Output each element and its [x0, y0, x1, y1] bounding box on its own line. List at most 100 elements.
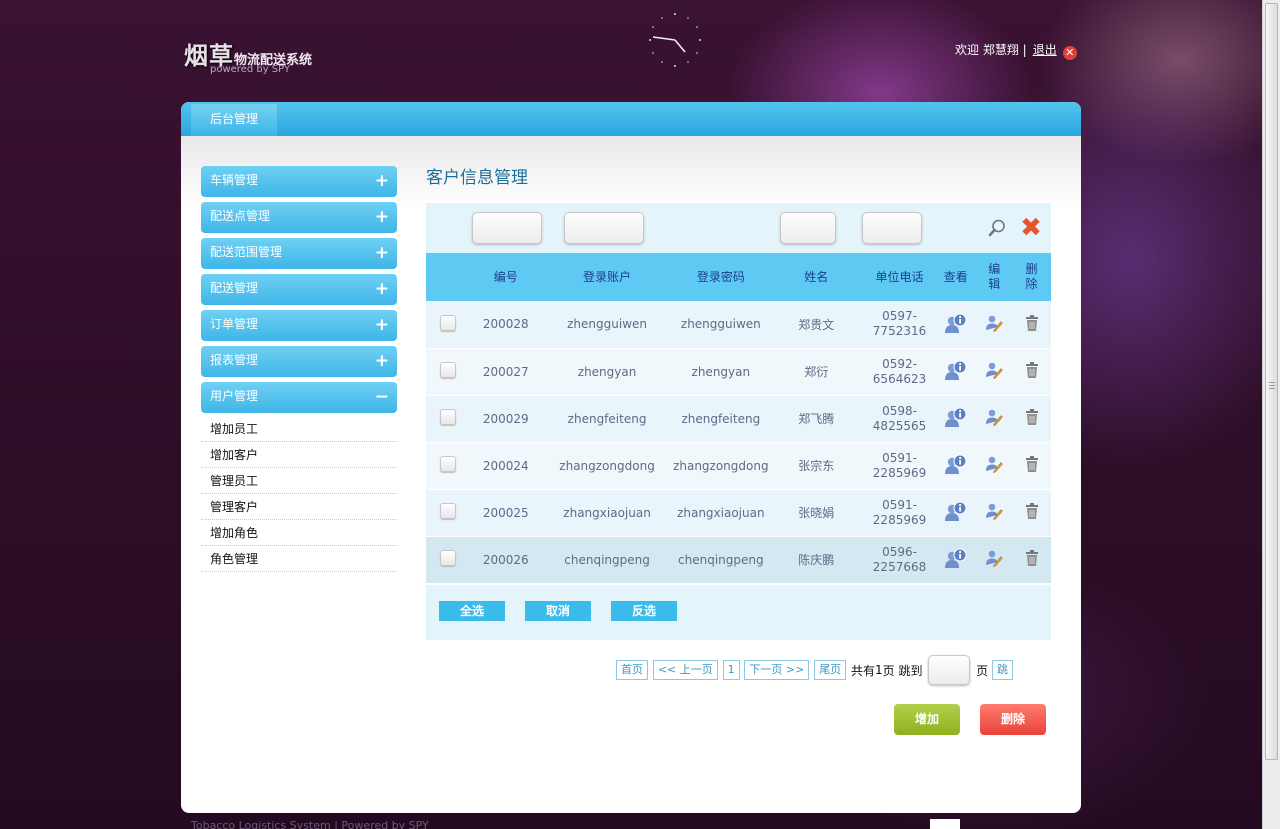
cell-account: zhangzongdong [541, 442, 674, 490]
trash-icon[interactable] [1023, 502, 1041, 520]
top-nav: 后台管理 [181, 102, 1081, 136]
submenu-manage-customer[interactable]: 管理客户 [201, 494, 397, 520]
table-row[interactable]: 200029 zhengfeiteng zhengfeiteng 郑飞腾 0598- 48… [426, 395, 1051, 443]
table-row[interactable]: 200024 zhangzongdong zhangzongdong 张宗东 0591-… [426, 442, 1051, 490]
edit-user-icon[interactable] [985, 361, 1004, 379]
users-submenu: 增加员工 增加客户 管理员工 管理客户 增加角色 角色管理 [201, 416, 397, 572]
view-user-icon[interactable] [944, 547, 968, 569]
cell-phone-line1: 0596- [882, 544, 917, 559]
sidebar-item-delivery-range[interactable]: 配送范围管理 + [201, 238, 397, 269]
cell-password: chenqingpeng [673, 536, 769, 584]
filter-phone-input[interactable] [862, 212, 922, 244]
row-checkbox[interactable] [440, 409, 457, 425]
cell-view [935, 536, 977, 584]
header-name[interactable]: 姓名 [768, 253, 865, 301]
trash-icon[interactable] [1023, 549, 1041, 567]
pager-first[interactable]: 首页 [616, 660, 648, 680]
sidebar-item-label: 配送范围管理 [210, 245, 283, 259]
pager-jump-input[interactable] [928, 655, 971, 685]
row-checkbox[interactable] [440, 314, 457, 331]
sidebar-item-orders[interactable]: 订单管理 + [201, 310, 397, 341]
sidebar-item-users[interactable]: 用户管理 − [201, 382, 397, 413]
footer-logo [930, 819, 960, 829]
welcome-text: 欢迎 郑慧翔 | [955, 43, 1027, 57]
search-icon[interactable] [987, 218, 1007, 238]
sidebar-item-vehicles[interactable]: 车辆管理 + [201, 166, 397, 197]
row-checkbox-cell [426, 536, 471, 584]
row-checkbox[interactable] [440, 503, 457, 519]
invert-selection-button[interactable]: 反选 [611, 601, 677, 621]
edit-user-icon[interactable] [985, 314, 1004, 332]
sidebar-item-delivery[interactable]: 配送管理 + [201, 274, 397, 305]
header-password[interactable]: 登录密码 [673, 253, 769, 301]
row-checkbox-cell [426, 348, 471, 396]
cell-id: 200024 [470, 442, 542, 490]
cell-delete [1012, 348, 1051, 396]
header-edit: 编辑 [976, 253, 1013, 301]
table-row[interactable]: 200026 chenqingpeng chenqingpeng 陈庆鹏 0596- 22… [426, 536, 1051, 584]
sidebar-item-label: 配送点管理 [210, 209, 271, 223]
table-row[interactable]: 200025 zhangxiaojuan zhangxiaojuan 张晓娟 0591-… [426, 489, 1051, 537]
logout-link[interactable]: 退出 [1033, 43, 1057, 57]
select-all-button[interactable]: 全选 [439, 601, 505, 621]
pager-next[interactable]: 下一页 >> [744, 660, 810, 680]
trash-icon[interactable] [1023, 408, 1041, 426]
cancel-selection-button[interactable]: 取消 [525, 601, 591, 621]
cell-account: zhangxiaojuan [541, 489, 674, 537]
trash-icon[interactable] [1023, 361, 1041, 379]
clear-icon[interactable]: ✖ [1019, 215, 1043, 241]
view-user-icon[interactable] [944, 359, 968, 381]
cell-id: 200027 [470, 348, 542, 396]
cell-edit [976, 442, 1013, 490]
cell-edit [976, 489, 1013, 537]
table-row[interactable]: 200028 zhengguiwen zhengguiwen 郑贵文 0597- 7752… [426, 301, 1051, 349]
view-user-icon[interactable] [944, 406, 968, 428]
cell-view [935, 489, 977, 537]
header-view: 查看 [935, 253, 977, 301]
trash-icon[interactable] [1023, 455, 1041, 473]
pager-total-prefix: 共有 [851, 663, 876, 678]
view-user-icon[interactable] [944, 453, 968, 475]
row-checkbox[interactable] [440, 362, 457, 378]
logout-close-icon[interactable]: ✕ [1062, 46, 1077, 60]
edit-user-icon[interactable] [985, 502, 1004, 520]
pager-last[interactable]: 尾页 [814, 660, 847, 680]
filter-account-input[interactable] [564, 212, 644, 244]
add-button[interactable]: 增加 [894, 704, 960, 735]
cell-phone-line2: 2285969 [872, 512, 927, 527]
tab-admin[interactable]: 后台管理 [191, 104, 277, 136]
delete-button[interactable]: 删除 [980, 704, 1046, 735]
submenu-add-role[interactable]: 增加角色 [201, 520, 397, 546]
submenu-add-staff[interactable]: 增加员工 [201, 416, 397, 442]
row-checkbox[interactable] [440, 550, 457, 566]
header-phone[interactable]: 单位电话 [864, 253, 936, 301]
header-id[interactable]: 编号 [470, 253, 542, 301]
row-checkbox-cell [426, 395, 471, 443]
cell-phone-line2: 4825565 [872, 418, 927, 433]
pager-prev[interactable]: << 上一页 [652, 660, 718, 680]
submenu-manage-roles[interactable]: 角色管理 [201, 546, 397, 572]
pager-go-button[interactable]: 跳 [992, 660, 1013, 680]
submenu-manage-staff[interactable]: 管理员工 [201, 468, 397, 494]
sidebar-item-reports[interactable]: 报表管理 + [201, 346, 397, 377]
pager-page-1[interactable]: 1 [722, 660, 740, 680]
view-user-icon[interactable] [944, 312, 968, 334]
scrollbar-thumb[interactable] [1265, 3, 1278, 760]
edit-user-icon[interactable] [985, 455, 1004, 473]
header-account[interactable]: 登录账户 [541, 253, 674, 301]
row-checkbox[interactable] [440, 456, 457, 472]
main-panel: 后台管理 车辆管理 + 配送点管理 + 配送范围管理 + 配送管理 + 订单管理 + 报表… [181, 102, 1081, 813]
trash-icon[interactable] [1023, 314, 1041, 332]
edit-user-icon[interactable] [985, 408, 1004, 426]
sidebar-item-delivery-points[interactable]: 配送点管理 + [201, 202, 397, 233]
edit-user-icon[interactable] [985, 549, 1004, 567]
submenu-add-customer[interactable]: 增加客户 [201, 442, 397, 468]
vertical-scrollbar[interactable] [1262, 0, 1280, 829]
view-user-icon[interactable] [944, 500, 968, 522]
cell-name: 郑贵文 [768, 301, 865, 349]
filter-id-input[interactable] [472, 212, 542, 244]
table-row[interactable]: 200027 zhengyan zhengyan 郑衍 0592- 6564623 [426, 348, 1051, 396]
cell-phone-line1: 0591- [882, 497, 917, 512]
cell-phone-line1: 0597- [882, 309, 917, 324]
filter-name-input[interactable] [780, 212, 836, 244]
